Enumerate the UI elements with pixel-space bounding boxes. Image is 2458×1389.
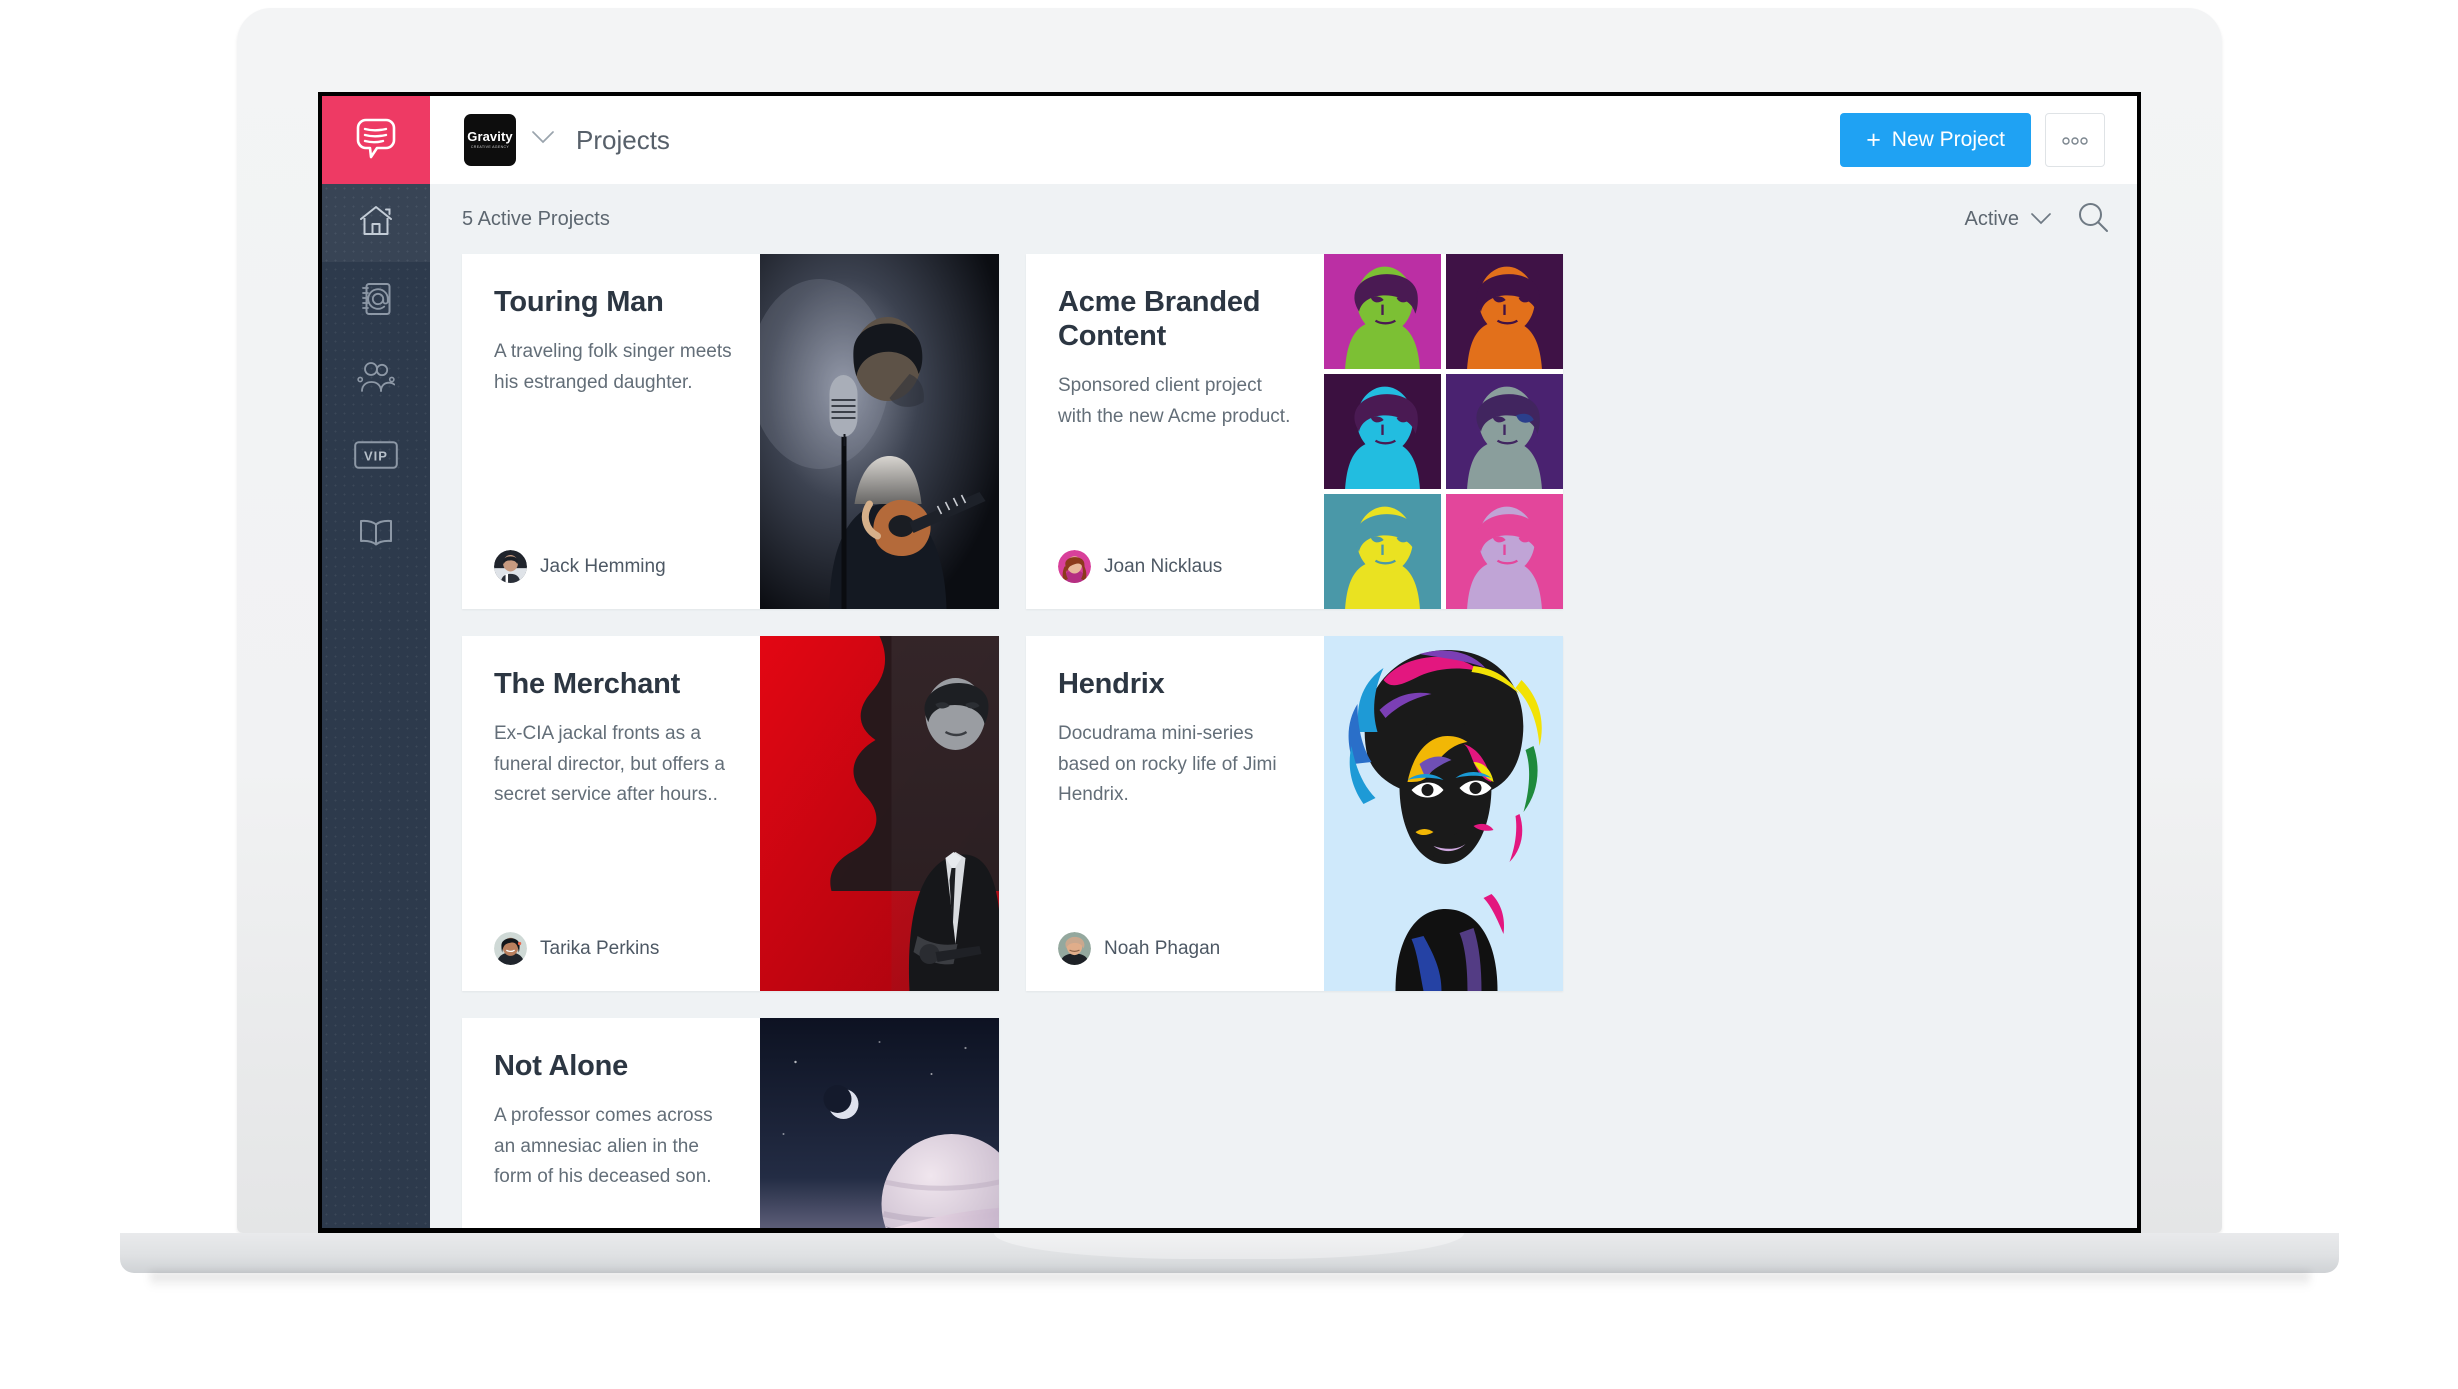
author-name: Jack Hemming bbox=[540, 555, 666, 577]
project-card[interactable]: Not Alone A professor comes across an am… bbox=[462, 1018, 999, 1228]
speech-bubble-logo-icon bbox=[353, 116, 399, 165]
open-book-icon bbox=[358, 518, 394, 553]
people-group-icon bbox=[357, 361, 396, 398]
topbar-actions: + New Project bbox=[1840, 113, 2105, 167]
project-title: Touring Man bbox=[494, 286, 664, 318]
popart-cell bbox=[1324, 254, 1441, 369]
status-filter-select[interactable]: Active bbox=[1965, 208, 2051, 231]
project-card-body: Acme Branded Content Sponsored client pr… bbox=[1026, 254, 1324, 609]
new-project-button[interactable]: + New Project bbox=[1840, 113, 2031, 167]
org-subtitle: CREATIVE AGENCY bbox=[470, 145, 510, 150]
popart-cell bbox=[1324, 374, 1441, 489]
project-author: Tarika Perkins bbox=[494, 932, 734, 965]
sidebar-item-inbox[interactable] bbox=[322, 262, 430, 340]
search-icon bbox=[2077, 201, 2109, 238]
plus-icon: + bbox=[1866, 125, 1881, 154]
popart-cell bbox=[1446, 494, 1563, 609]
app-topbar: Gravity CREATIVE AGENCY Projects + New P… bbox=[322, 96, 2137, 184]
author-name: Joan Nicklaus bbox=[1104, 555, 1223, 577]
sidebar-item-library[interactable] bbox=[322, 496, 430, 574]
project-card-body: Hendrix Docudrama mini-series based on r… bbox=[1026, 636, 1324, 991]
laptop-screen: Gravity CREATIVE AGENCY Projects + New P… bbox=[318, 92, 2141, 1233]
popart-cell bbox=[1446, 254, 1563, 369]
project-title: Hendrix bbox=[1058, 668, 1165, 700]
avatar bbox=[1058, 932, 1091, 965]
search-button[interactable] bbox=[2077, 201, 2109, 238]
project-card-body: Not Alone A professor comes across an am… bbox=[462, 1018, 760, 1228]
org-switcher-badge[interactable]: Gravity CREATIVE AGENCY bbox=[464, 114, 516, 166]
laptop-mockup: Gravity CREATIVE AGENCY Projects + New P… bbox=[0, 0, 2458, 1389]
project-title: Not Alone bbox=[494, 1050, 629, 1082]
author-name: Noah Phagan bbox=[1104, 937, 1221, 959]
project-thumbnail bbox=[1324, 254, 1563, 609]
sidebar-nav: VIP bbox=[322, 184, 430, 1228]
project-card-body: Touring Man A traveling folk singer meet… bbox=[462, 254, 760, 609]
project-card-body: The Merchant Ex-CIA jackal fronts as a f… bbox=[462, 636, 760, 991]
svg-text:VIP: VIP bbox=[364, 448, 388, 463]
chevron-down-icon[interactable] bbox=[532, 131, 554, 149]
toolbar-right-actions: Active bbox=[1965, 201, 2109, 238]
popart-cell bbox=[1324, 494, 1441, 609]
project-description: Docudrama mini-series based on rocky lif… bbox=[1058, 722, 1277, 806]
project-description: Ex-CIA jackal fronts as a funeral direct… bbox=[494, 722, 725, 806]
project-thumbnail bbox=[760, 1018, 999, 1228]
home-icon bbox=[359, 205, 393, 242]
avatar bbox=[1058, 550, 1091, 583]
project-card[interactable]: Acme Branded Content Sponsored client pr… bbox=[1026, 254, 1563, 609]
page-title: Projects bbox=[576, 124, 670, 155]
projects-toolbar: 5 Active Projects Active bbox=[430, 184, 2137, 254]
laptop-base-shadow bbox=[150, 1272, 2310, 1288]
sidebar-item-home[interactable] bbox=[322, 184, 430, 262]
avatar bbox=[494, 550, 527, 583]
avatar bbox=[494, 932, 527, 965]
popart-cell bbox=[1446, 374, 1563, 489]
org-name: Gravity bbox=[467, 129, 513, 145]
project-title: Acme Branded Content bbox=[1058, 286, 1261, 352]
project-thumbnail bbox=[760, 254, 999, 609]
project-author: Jack Hemming bbox=[494, 550, 734, 583]
project-title: The Merchant bbox=[494, 668, 681, 700]
project-description: Sponsored client project with the new Ac… bbox=[1058, 374, 1291, 427]
projects-grid: Touring Man A traveling folk singer meet… bbox=[430, 254, 2137, 1228]
status-filter-value: Active bbox=[1964, 207, 2019, 230]
vip-badge-icon: VIP bbox=[354, 440, 398, 474]
sidebar-item-vip[interactable]: VIP bbox=[322, 418, 430, 496]
project-description: A traveling folk singer meets his estran… bbox=[494, 340, 732, 393]
project-description: A professor comes across an amnesiac ali… bbox=[494, 1104, 713, 1188]
active-projects-count: 5 Active Projects bbox=[462, 207, 610, 230]
sidebar-item-contacts[interactable] bbox=[322, 340, 430, 418]
project-thumbnail bbox=[1324, 636, 1563, 991]
project-card[interactable]: Hendrix Docudrama mini-series based on r… bbox=[1026, 636, 1563, 991]
project-card[interactable]: Touring Man A traveling folk singer meet… bbox=[462, 254, 999, 609]
new-project-label: New Project bbox=[1891, 128, 2005, 151]
project-card[interactable]: The Merchant Ex-CIA jackal fronts as a f… bbox=[462, 636, 999, 991]
app-window: Gravity CREATIVE AGENCY Projects + New P… bbox=[322, 96, 2137, 1228]
chevron-down-icon bbox=[2031, 208, 2051, 231]
overflow-menu-button[interactable] bbox=[2045, 113, 2105, 167]
address-book-at-icon bbox=[361, 282, 391, 321]
project-author: Joan Nicklaus bbox=[1058, 550, 1298, 583]
project-thumbnail bbox=[760, 636, 999, 991]
ellipsis-icon bbox=[2062, 129, 2088, 151]
author-name: Tarika Perkins bbox=[540, 937, 660, 959]
project-author: Noah Phagan bbox=[1058, 932, 1298, 965]
main-content: 5 Active Projects Active Touring Man A t… bbox=[430, 184, 2137, 1228]
brand-logo-tile[interactable] bbox=[322, 96, 430, 184]
